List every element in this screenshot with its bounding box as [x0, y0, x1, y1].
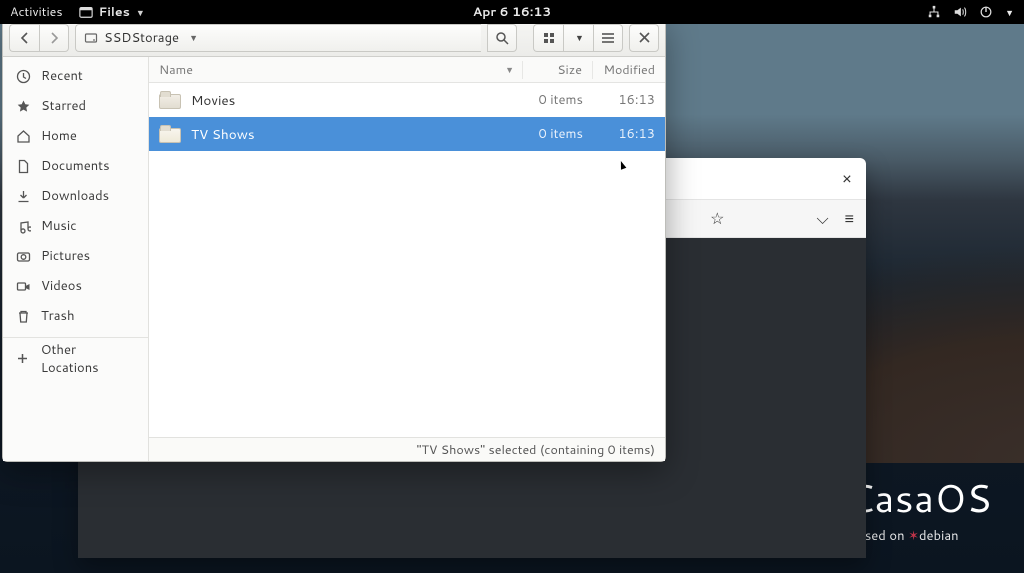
file-size: 0 items: [523, 91, 593, 109]
sidebar-item-pictures[interactable]: Pictures: [3, 241, 148, 271]
view-options-button[interactable]: ▼: [563, 24, 593, 52]
file-modified: 16:13: [593, 125, 665, 143]
sidebar-item-label: Trash: [41, 307, 75, 325]
drive-icon: [84, 31, 98, 45]
power-icon[interactable]: [979, 5, 993, 19]
files-app-icon: [79, 5, 93, 19]
chevron-down-icon: ▼: [575, 31, 584, 44]
star-icon[interactable]: ☆: [710, 211, 724, 227]
star-icon: [15, 98, 31, 114]
hamburger-menu-icon[interactable]: ≡: [845, 211, 854, 227]
sidebar-item-label: Home: [41, 127, 77, 145]
plus-icon: [15, 351, 31, 367]
music-icon: [15, 218, 31, 234]
hamburger-menu-button[interactable]: [593, 24, 623, 52]
download-icon: [15, 188, 31, 204]
clock-icon: [15, 68, 31, 84]
close-window-button[interactable]: [629, 24, 659, 52]
file-size: 0 items: [523, 125, 593, 143]
files-main: Name▼ Size Modified Movies0 items16:13TV…: [149, 57, 665, 461]
trash-icon: [15, 308, 31, 324]
sidebar-item-label: Pictures: [41, 247, 90, 265]
pocket-icon[interactable]: ⌵: [817, 211, 829, 227]
sidebar-item-documents[interactable]: Documents: [3, 151, 148, 181]
video-icon: [15, 278, 31, 294]
hamburger-icon: [601, 32, 615, 44]
sidebar-item-downloads[interactable]: Downloads: [3, 181, 148, 211]
sidebar-item-label: Recent: [41, 67, 83, 85]
forward-button[interactable]: [39, 24, 69, 52]
home-icon: [15, 128, 31, 144]
sidebar-item-music[interactable]: Music: [3, 211, 148, 241]
sidebar-item-label: Documents: [41, 157, 110, 175]
file-name: Movies: [191, 91, 235, 110]
sidebar-item-label: Videos: [41, 277, 82, 295]
app-menu[interactable]: Files ▼: [79, 3, 145, 21]
location-label: SSDStorage: [104, 29, 179, 47]
search-icon: [495, 31, 509, 45]
chevron-left-icon: [19, 32, 31, 44]
chevron-down-icon: ▼: [1005, 6, 1014, 19]
column-modified[interactable]: Modified: [593, 61, 665, 79]
sidebar-item-starred[interactable]: Starred: [3, 91, 148, 121]
files-sidebar: Recent Starred Home Documents Downloads Music…: [3, 57, 149, 461]
search-button[interactable]: [487, 24, 517, 52]
sidebar-item-home[interactable]: Home: [3, 121, 148, 151]
column-headers[interactable]: Name ▼ Size Modified: [149, 57, 665, 83]
gnome-topbar: Activities Files ▼ Apr 6 16:13 ▼: [0, 0, 1024, 24]
file-name: TV Shows: [191, 125, 255, 144]
grid-icon: [543, 32, 555, 44]
sidebar-item-label: Other Locations: [41, 341, 136, 377]
column-size[interactable]: Size: [523, 61, 593, 79]
camera-icon: [15, 248, 31, 264]
close-icon[interactable]: ×: [842, 171, 852, 187]
chevron-down-icon: ▼: [136, 6, 145, 19]
doc-icon: [15, 158, 31, 174]
column-name[interactable]: Name: [159, 61, 193, 79]
sidebar-item-videos[interactable]: Videos: [3, 271, 148, 301]
file-row[interactable]: TV Shows 0 items16:13: [149, 117, 665, 151]
network-icon[interactable]: [927, 5, 941, 19]
chevron-down-icon: ▼: [189, 31, 198, 44]
file-row[interactable]: Movies 0 items16:13: [149, 83, 665, 117]
sidebar-item-recent[interactable]: Recent: [3, 61, 148, 91]
folder-icon: [159, 91, 181, 109]
view-grid-button[interactable]: [533, 24, 563, 52]
sidebar-item-label: Downloads: [41, 187, 109, 205]
file-modified: 16:13: [593, 91, 665, 109]
chevron-right-icon: [48, 32, 60, 44]
status-bar: "TV Shows" selected (containing 0 items): [149, 437, 665, 461]
folder-icon: [159, 125, 181, 143]
clock[interactable]: Apr 6 16:13: [473, 3, 551, 21]
file-list[interactable]: Movies 0 items16:13 TV Shows 0 items16:13: [149, 83, 665, 437]
back-button[interactable]: [9, 24, 39, 52]
close-icon: [639, 32, 650, 43]
sort-desc-icon: ▼: [505, 63, 514, 76]
volume-icon[interactable]: [953, 5, 967, 19]
sidebar-item-label: Starred: [41, 97, 86, 115]
files-toolbar: SSDStorage ▼ ▼: [3, 19, 665, 57]
activities-button[interactable]: Activities: [10, 3, 63, 21]
sidebar-item-label: Music: [41, 217, 77, 235]
sidebar-item-other-locations[interactable]: Other Locations: [3, 337, 148, 373]
location-bar[interactable]: SSDStorage ▼: [75, 24, 481, 52]
files-window: SSDStorage ▼ ▼ RecentStarredHomeDoc: [2, 18, 666, 462]
sidebar-item-trash[interactable]: Trash: [3, 301, 148, 331]
